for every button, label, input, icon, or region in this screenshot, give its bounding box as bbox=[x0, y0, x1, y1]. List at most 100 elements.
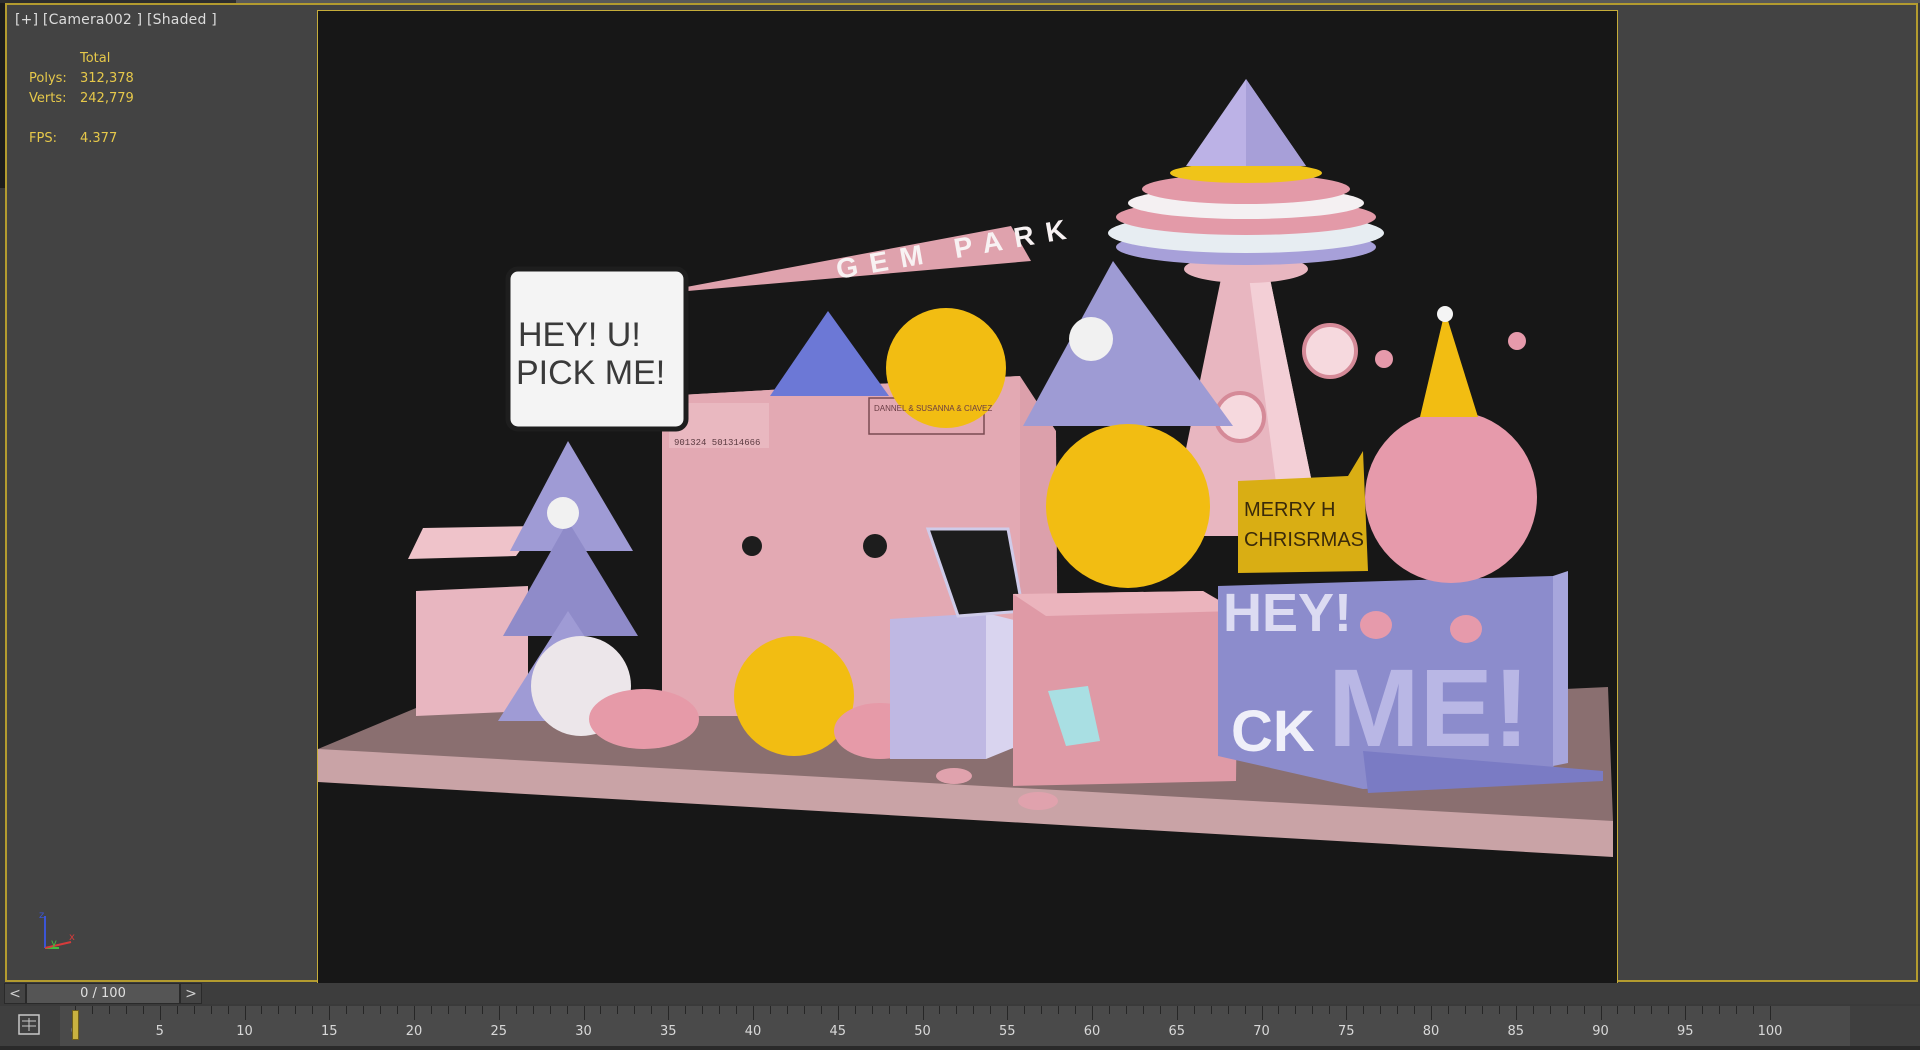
timeline-tick bbox=[549, 1006, 551, 1014]
lavender-triangle-hat bbox=[1023, 261, 1233, 426]
timeline-tick bbox=[634, 1006, 636, 1014]
yellow-party-hat bbox=[1420, 311, 1478, 417]
timeline-tick bbox=[1244, 1006, 1246, 1014]
timeline-tick bbox=[515, 1006, 517, 1014]
timeline-tick bbox=[566, 1006, 568, 1014]
ck-letters: CK bbox=[1231, 699, 1315, 764]
timeline-tick bbox=[1736, 1006, 1738, 1014]
merry-line1: MERRY H bbox=[1244, 499, 1336, 521]
timeline-tick bbox=[295, 1006, 297, 1014]
timeline-label: 45 bbox=[829, 1024, 847, 1039]
timeline-tick bbox=[956, 1006, 958, 1014]
prev-frame-button[interactable]: < bbox=[4, 983, 26, 1004]
timeline-tick bbox=[1651, 1006, 1653, 1014]
timeline-tick bbox=[1397, 1006, 1399, 1014]
cube-foot-right bbox=[1018, 792, 1058, 810]
timeline-tick bbox=[1227, 1006, 1229, 1014]
timeline-tick bbox=[1549, 1006, 1551, 1014]
polys-label: Polys: bbox=[29, 71, 67, 86]
speech-sign-line1: HEY! U! bbox=[518, 316, 641, 354]
timeline-tick bbox=[1498, 1006, 1500, 1014]
timeline-label: 30 bbox=[575, 1024, 592, 1039]
timeline-tick bbox=[227, 1006, 229, 1014]
timeline-tick bbox=[312, 1006, 314, 1014]
timeline-tick bbox=[1007, 1006, 1009, 1020]
timeline-tick bbox=[990, 1006, 992, 1014]
timeline-tick bbox=[905, 1006, 907, 1014]
timeline-tick bbox=[142, 1006, 144, 1014]
timeline-tick bbox=[1075, 1006, 1077, 1014]
timeline: 0510152025303540455055606570758085909510… bbox=[0, 1006, 1920, 1050]
timeline-tick bbox=[769, 1006, 771, 1014]
timeline-tick bbox=[464, 1006, 466, 1014]
timeline-tick bbox=[1447, 1006, 1449, 1014]
timeline-label: 5 bbox=[155, 1024, 164, 1039]
axis-x-label: x bbox=[69, 932, 75, 943]
timeline-tick bbox=[1380, 1006, 1382, 1014]
timeline-tick bbox=[1566, 1006, 1568, 1014]
antenna-right-tip bbox=[1508, 332, 1526, 350]
timeline-tick bbox=[430, 1006, 432, 1014]
timeline-tick bbox=[176, 1006, 178, 1014]
next-frame-button[interactable]: > bbox=[180, 983, 202, 1004]
timeline-label: 70 bbox=[1253, 1024, 1270, 1039]
pink-cube-character bbox=[1013, 591, 1238, 786]
timeline-tick bbox=[1176, 1006, 1178, 1020]
timeline-tick bbox=[1159, 1006, 1161, 1014]
timeline-tick bbox=[1685, 1006, 1687, 1020]
timeline-ruler[interactable]: 0510152025303540455055606570758085909510… bbox=[60, 1006, 1850, 1050]
timeline-tick bbox=[685, 1006, 687, 1014]
timeline-tick bbox=[1312, 1006, 1314, 1014]
timeline-label: 15 bbox=[320, 1024, 338, 1039]
timeline-label: 65 bbox=[1168, 1024, 1186, 1039]
white-ball bbox=[1069, 317, 1113, 361]
pink-ball-character bbox=[1365, 411, 1537, 583]
timeline-tick bbox=[753, 1006, 754, 1020]
timeline-tick bbox=[973, 1006, 975, 1014]
pink-foot-right bbox=[1450, 615, 1482, 643]
timeline-tick bbox=[1108, 1006, 1110, 1014]
timeline-tick bbox=[837, 1006, 839, 1020]
camera-viewport[interactable]: [+] [Camera002 ] [Shaded ] Total Polys: … bbox=[5, 3, 1918, 986]
timeline-tick bbox=[1329, 1006, 1331, 1014]
timeline-tick bbox=[346, 1006, 348, 1014]
timeline-playhead[interactable] bbox=[72, 1010, 79, 1040]
timeline-label: 95 bbox=[1676, 1024, 1694, 1039]
timeline-tick bbox=[736, 1006, 738, 1014]
timeline-tick bbox=[1261, 1006, 1263, 1020]
timeline-tick bbox=[1583, 1006, 1585, 1014]
timeline-tick bbox=[1634, 1006, 1636, 1014]
timeline-tick bbox=[1193, 1006, 1195, 1014]
timeline-tick bbox=[1617, 1006, 1619, 1014]
timeline-tick bbox=[1142, 1006, 1144, 1014]
timeline-tick bbox=[380, 1006, 382, 1014]
timeline-tick bbox=[1346, 1006, 1348, 1020]
cube-foot-left bbox=[936, 768, 972, 784]
antenna-left-tip bbox=[1375, 350, 1393, 368]
time-slider-track[interactable] bbox=[202, 983, 1920, 1004]
box-stamp-text: DANNEL & SUSANNA & CIAVEZ bbox=[874, 404, 992, 413]
scene-render: GEM PARK HEY! U! PICK ME! MERRY H CHRISR… bbox=[318, 79, 1613, 857]
timeline-tick bbox=[1515, 1006, 1517, 1020]
timeline-tick bbox=[702, 1006, 704, 1014]
timeline-tick bbox=[1092, 1006, 1093, 1020]
timeline-tick bbox=[820, 1006, 822, 1014]
timeline-tick bbox=[125, 1006, 127, 1014]
key-filter-icon[interactable] bbox=[16, 1013, 44, 1039]
timeline-tick bbox=[447, 1006, 449, 1014]
timeline-tick bbox=[532, 1006, 534, 1014]
timeline-tick bbox=[91, 1006, 93, 1014]
timeline-tick bbox=[1431, 1006, 1432, 1020]
axis-gizmo: z y x bbox=[39, 910, 75, 949]
timeline-tick bbox=[1041, 1006, 1043, 1014]
timeline-tick bbox=[922, 1006, 924, 1020]
fps-value: 4.377 bbox=[80, 131, 118, 146]
viewport-label-menu[interactable]: [+] [Camera002 ] [Shaded ] bbox=[15, 12, 217, 28]
party-hat-pompom bbox=[1437, 306, 1453, 322]
timeline-label: 60 bbox=[1083, 1024, 1101, 1039]
gem-park-text: GEM PARK bbox=[834, 212, 1080, 285]
time-slider-thumb[interactable]: 0 / 100 bbox=[26, 983, 180, 1004]
timeline-tick bbox=[1600, 1006, 1602, 1020]
render-safe-frame: GEM PARK HEY! U! PICK ME! MERRY H CHRISR… bbox=[317, 10, 1618, 986]
timeline-label: 50 bbox=[914, 1024, 931, 1039]
